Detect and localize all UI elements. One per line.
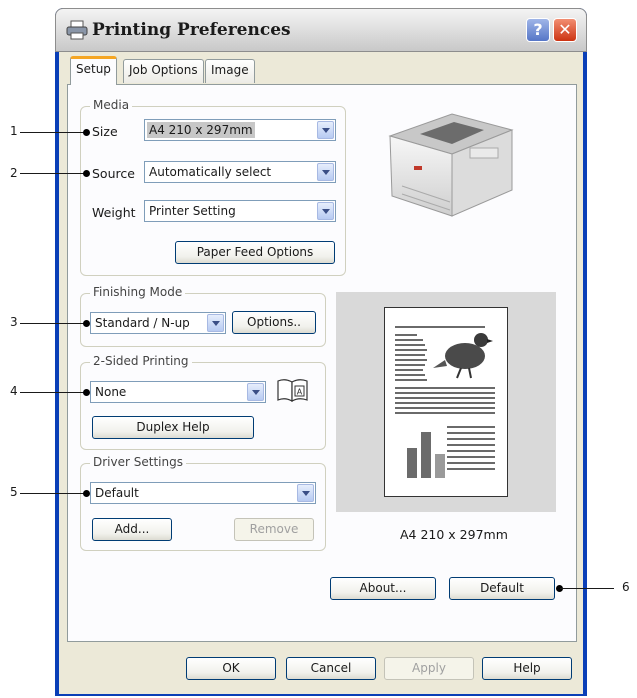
help-button[interactable]: Help — [482, 657, 572, 680]
driver-settings-legend: Driver Settings — [90, 455, 186, 469]
callout-2: 2 — [10, 166, 18, 180]
source-select-value: Automatically select — [149, 165, 272, 179]
chevron-down-icon[interactable] — [207, 314, 224, 332]
callout-6: 6 — [622, 580, 630, 594]
callout-5: 5 — [10, 485, 18, 499]
page-preview-content — [395, 326, 495, 478]
callout-3-line — [20, 323, 84, 324]
tab-job-options[interactable]: Job Options — [123, 59, 204, 83]
chevron-down-icon[interactable] — [317, 163, 334, 181]
printer-image — [388, 113, 514, 217]
callout-6-line — [560, 588, 614, 589]
apply-button[interactable]: Apply — [384, 657, 474, 680]
chevron-down-icon[interactable] — [317, 202, 334, 220]
callout-2-dot — [83, 170, 90, 177]
printer-icon — [66, 20, 88, 40]
size-select[interactable]: A4 210 x 297mm — [144, 119, 336, 141]
title-close-button[interactable]: ✕ — [553, 18, 577, 42]
chevron-down-icon[interactable] — [297, 484, 314, 502]
chevron-down-icon[interactable] — [247, 383, 264, 401]
weight-select[interactable]: Printer Setting — [144, 200, 336, 222]
add-driver-setting-button[interactable]: Add... — [92, 518, 172, 541]
driver-settings-value: Default — [95, 486, 139, 500]
title-bar[interactable]: Printing Preferences ? ✕ — [55, 8, 587, 52]
about-button[interactable]: About... — [330, 577, 436, 600]
weight-label: Weight — [92, 205, 136, 220]
callout-4: 4 — [10, 384, 18, 398]
callout-2-line — [20, 173, 84, 174]
default-button[interactable]: Default — [449, 577, 555, 600]
tab-image[interactable]: Image — [205, 59, 255, 83]
finishing-options-button[interactable]: Options.. — [232, 311, 316, 334]
svg-text:A: A — [297, 388, 303, 397]
title-help-button[interactable]: ? — [526, 18, 550, 42]
two-sided-printing-legend: 2-Sided Printing — [90, 354, 192, 368]
preview-caption: A4 210 x 297mm — [400, 527, 508, 542]
bar-chart-illustration-icon — [407, 432, 445, 478]
weight-select-value: Printer Setting — [149, 204, 236, 218]
source-label: Source — [92, 166, 135, 181]
callout-1: 1 — [10, 124, 18, 138]
callout-4-dot — [83, 389, 90, 396]
window-title: Printing Preferences — [92, 20, 291, 40]
duplex-select[interactable]: None — [90, 381, 266, 403]
page-preview-sheet — [384, 307, 508, 497]
bird-illustration-icon — [433, 333, 493, 379]
chevron-down-icon[interactable] — [317, 121, 334, 139]
size-label: Size — [92, 124, 118, 139]
duplex-help-button[interactable]: Duplex Help — [92, 416, 254, 439]
paper-feed-options-button[interactable]: Paper Feed Options — [175, 241, 335, 264]
callout-3: 3 — [10, 315, 18, 329]
cancel-button[interactable]: Cancel — [286, 657, 376, 680]
callout-1-line — [20, 132, 84, 133]
duplex-select-value: None — [95, 385, 127, 399]
callout-1-dot — [83, 129, 90, 136]
callout-5-line — [20, 493, 84, 494]
callout-4-line — [20, 392, 84, 393]
source-select[interactable]: Automatically select — [144, 161, 336, 183]
ok-button[interactable]: OK — [186, 657, 276, 680]
finishing-mode-value: Standard / N-up — [95, 316, 190, 330]
remove-driver-setting-button[interactable]: Remove — [234, 518, 314, 541]
driver-settings-select[interactable]: Default — [90, 482, 316, 504]
finishing-mode-legend: Finishing Mode — [90, 285, 186, 299]
media-legend: Media — [90, 98, 133, 112]
duplex-book-icon: A — [277, 379, 308, 403]
callout-3-dot — [83, 320, 90, 327]
tab-setup[interactable]: Setup — [70, 56, 117, 85]
finishing-mode-select[interactable]: Standard / N-up — [90, 312, 226, 334]
size-select-value: A4 210 x 297mm — [147, 122, 255, 138]
callout-5-dot — [83, 490, 90, 497]
